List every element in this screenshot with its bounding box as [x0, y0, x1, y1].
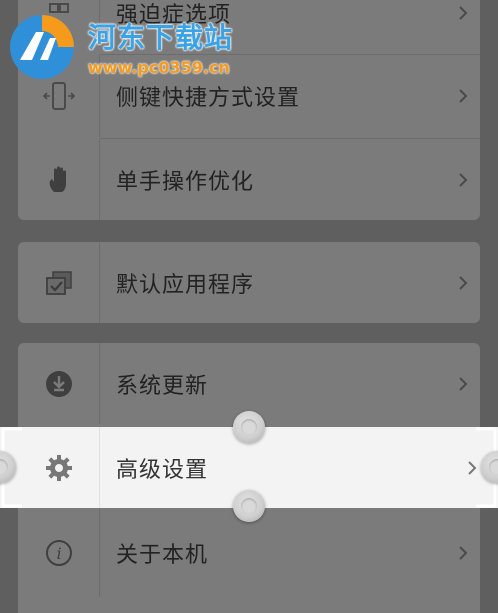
hand-icon — [18, 139, 100, 220]
settings-item-label: 高级设置 — [116, 457, 209, 483]
chevron-right-icon — [446, 275, 480, 291]
chevron-right-icon — [446, 5, 480, 21]
crop-handle-top[interactable] — [233, 411, 265, 443]
download-icon — [18, 343, 100, 424]
settings-item-label: 默认应用程序 — [116, 272, 255, 298]
settings-item-one-hand-mode[interactable]: 单手操作优化 — [18, 139, 480, 220]
crop-handle-bottom[interactable] — [233, 490, 265, 522]
watermark-url: www.pc0359.cn — [88, 58, 230, 77]
info-icon: i — [18, 509, 100, 597]
settings-item-label: 关于本机 — [116, 543, 209, 568]
watermark-title: 河东下载站 — [88, 21, 234, 54]
gear-icon — [18, 427, 100, 508]
chevron-right-icon — [446, 88, 480, 104]
settings-item-label: 侧键快捷方式设置 — [116, 86, 301, 111]
watermark-logo — [10, 15, 74, 79]
settings-group-2: 默认应用程序 — [18, 242, 480, 323]
chevron-right-icon — [446, 545, 480, 561]
settings-item-label: 单手操作优化 — [116, 169, 255, 195]
settings-item-label: 系统更新 — [116, 373, 209, 399]
svg-text:i: i — [56, 544, 61, 563]
chevron-right-icon — [446, 376, 480, 392]
checked-windows-icon — [18, 242, 100, 323]
chevron-right-icon — [446, 172, 480, 188]
settings-item-about-phone[interactable]: i 关于本机 — [18, 509, 480, 597]
settings-item-default-apps[interactable]: 默认应用程序 — [18, 242, 480, 323]
